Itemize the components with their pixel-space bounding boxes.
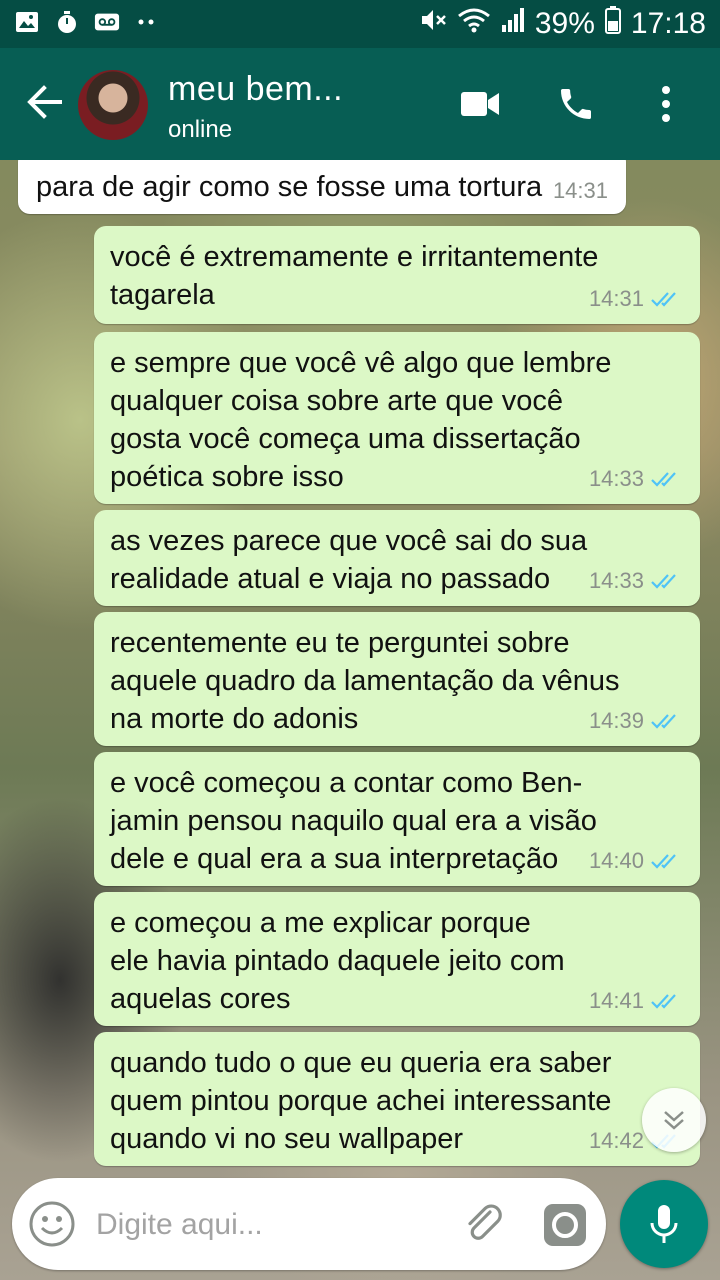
wifi-icon xyxy=(457,7,491,41)
message-time: 14:41 xyxy=(588,988,644,1013)
message-time: 14:33 xyxy=(588,568,644,593)
contact-name[interactable]: meu bem... xyxy=(168,70,343,109)
back-button[interactable] xyxy=(24,82,72,126)
message-list[interactable]: para de agir como se fosse uma tortura 1… xyxy=(0,160,720,1170)
message-bubble[interactable]: quando tudo o que eu queria era saber qu… xyxy=(94,1032,700,1166)
contact-status: online xyxy=(168,116,233,143)
video-call-icon xyxy=(461,92,499,116)
message-time: 14:39 xyxy=(588,708,644,733)
message-time: 14:33 xyxy=(588,466,644,491)
emoji-icon xyxy=(29,1201,75,1247)
phone-icon xyxy=(561,89,591,119)
back-arrow-icon xyxy=(27,85,62,119)
message-composer xyxy=(12,1178,606,1270)
microphone-icon xyxy=(650,1205,678,1243)
read-ticks-icon xyxy=(651,574,676,589)
message-bubble[interactable]: recentemente eu te perguntei sobre aquel… xyxy=(94,612,700,746)
attach-button[interactable] xyxy=(460,1200,508,1248)
scroll-to-bottom-button[interactable] xyxy=(642,1088,706,1152)
read-ticks-icon xyxy=(651,292,676,307)
video-call-button[interactable] xyxy=(460,82,500,126)
read-ticks-icon xyxy=(651,472,676,487)
battery-icon xyxy=(604,6,621,42)
message-bubble[interactable]: e sempre que você vê algo que lembre qua… xyxy=(94,332,700,504)
paperclip-icon xyxy=(468,1204,502,1240)
message-bubble[interactable]: e começou a me explicar porque ele havia… xyxy=(94,892,700,1026)
message-time: 14:40 xyxy=(588,848,644,873)
emoji-button[interactable] xyxy=(28,1200,76,1248)
battery-level: 39% xyxy=(534,7,595,40)
message-input[interactable] xyxy=(94,1200,438,1250)
clock: 17:18 xyxy=(630,7,706,40)
signal-icon xyxy=(501,7,525,41)
read-ticks-icon xyxy=(651,854,676,869)
camera-icon xyxy=(544,1204,586,1246)
voice-message-button[interactable] xyxy=(620,1180,708,1268)
dots-icon xyxy=(134,10,160,34)
avatar[interactable] xyxy=(78,70,148,140)
stopwatch-icon xyxy=(54,10,80,34)
read-ticks-icon xyxy=(651,994,676,1009)
message-bubble[interactable]: você é extremamente e irritantemente tag… xyxy=(94,226,700,324)
message-time: 14:31 xyxy=(552,178,608,203)
read-ticks-icon xyxy=(651,714,676,729)
gallery-icon xyxy=(14,10,40,34)
message-bubble[interactable]: para de agir como se fosse uma tortura 1… xyxy=(18,160,626,214)
camera-button[interactable] xyxy=(542,1202,588,1248)
chat-header: meu bem... online xyxy=(0,48,720,160)
message-text: para de agir como se fosse uma tortura xyxy=(36,171,543,203)
message-bubble[interactable]: as vezes parece que você sai do sua real… xyxy=(94,510,700,606)
message-time: 14:42 xyxy=(588,1128,644,1153)
message-time: 14:31 xyxy=(588,286,644,311)
message-bubble[interactable]: e você começou a contar como Ben- jamin … xyxy=(94,752,700,886)
more-vert-icon xyxy=(662,86,670,122)
mute-icon xyxy=(419,7,447,41)
voicemail-icon xyxy=(94,10,120,34)
double-chevron-down-icon xyxy=(664,1111,684,1130)
status-bar: 39% 17:18 xyxy=(0,0,720,48)
more-options-button[interactable] xyxy=(660,82,672,126)
voice-call-button[interactable] xyxy=(556,82,596,126)
